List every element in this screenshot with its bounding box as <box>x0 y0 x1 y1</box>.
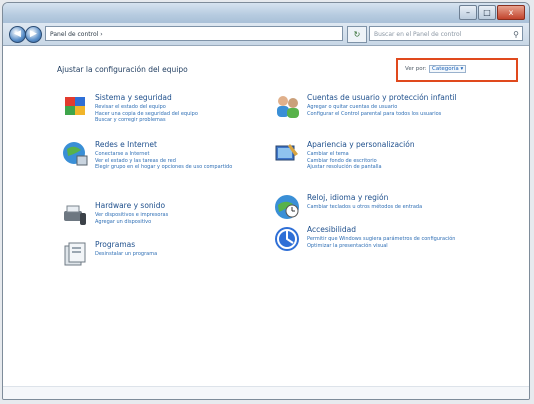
category-title[interactable]: Cuentas de usuario y protección infantil <box>307 93 457 102</box>
status-bar <box>3 386 529 399</box>
category-link[interactable]: Configurar el Control parental para todo… <box>307 111 457 118</box>
category-redes-internet: Redes e Internet Conectarse a Internet V… <box>61 140 235 171</box>
category-title[interactable]: Accesibilidad <box>307 225 457 234</box>
search-placeholder: Buscar en el Panel de control <box>374 31 462 38</box>
category-link[interactable]: Permitir que Windows sugiera parámetros … <box>307 236 457 243</box>
category-programas: Programas Desinstalar un programa <box>61 240 157 268</box>
view-by-dropdown[interactable]: Categoría ▾ <box>429 65 467 73</box>
category-sistema-seguridad: Sistema y seguridad Revisar el estado de… <box>61 93 198 124</box>
category-cuentas-usuario: Cuentas de usuario y protección infantil… <box>273 93 457 121</box>
back-arrow-icon[interactable]: ◀ <box>9 26 26 43</box>
title-bar[interactable]: – □ x <box>3 3 529 23</box>
category-title[interactable]: Hardware y sonido <box>95 201 168 210</box>
category-link[interactable]: Ajustar resolución de pantalla <box>307 164 415 171</box>
refresh-icon[interactable]: ↻ <box>347 26 367 43</box>
category-accesibilidad: Accesibilidad Permitir que Windows sugie… <box>273 225 457 253</box>
minimize-button[interactable]: – <box>459 5 477 20</box>
category-link[interactable]: Optimizar la presentación visual <box>307 243 457 250</box>
printer-speaker-icon[interactable] <box>61 201 89 229</box>
category-link[interactable]: Agregar un dispositivo <box>95 219 168 226</box>
control-panel-window: – □ x ◀ ▶ Panel de control › ↻ Buscar en… <box>2 2 530 400</box>
category-link[interactable]: Elegir grupo en el hogar y opciones de u… <box>95 164 235 171</box>
maximize-button[interactable]: □ <box>478 5 496 20</box>
window-controls: – □ x <box>459 5 525 20</box>
category-link[interactable]: Cambiar teclados u otros métodos de entr… <box>307 204 422 211</box>
address-bar[interactable]: Panel de control › <box>45 26 343 41</box>
category-title[interactable]: Programas <box>95 240 157 249</box>
clock-globe-icon[interactable] <box>273 193 301 221</box>
network-globe-icon[interactable] <box>61 140 89 168</box>
users-icon[interactable] <box>273 93 301 121</box>
accessibility-icon[interactable] <box>273 225 301 253</box>
category-link[interactable]: Buscar y corregir problemas <box>95 117 198 124</box>
category-title[interactable]: Sistema y seguridad <box>95 93 198 102</box>
breadcrumb[interactable]: Panel de control › <box>50 31 103 38</box>
page-title: Ajustar la configuración del equipo <box>57 65 188 74</box>
category-title[interactable]: Apariencia y personalización <box>307 140 415 149</box>
navigation-bar: ◀ ▶ Panel de control › ↻ Buscar en el Pa… <box>3 23 529 46</box>
shield-icon[interactable] <box>61 93 89 121</box>
forward-arrow-icon[interactable]: ▶ <box>25 26 42 43</box>
programs-icon[interactable] <box>61 240 89 268</box>
category-link[interactable]: Ver dispositivos e impresoras <box>95 212 168 219</box>
category-hardware-sonido: Hardware y sonido Ver dispositivos e imp… <box>61 201 168 229</box>
search-icon[interactable]: ⚲ <box>513 27 519 42</box>
category-title[interactable]: Redes e Internet <box>95 140 235 149</box>
view-by-label: Ver por: <box>405 66 427 72</box>
category-title[interactable]: Reloj, idioma y región <box>307 193 422 202</box>
search-input[interactable]: Buscar en el Panel de control ⚲ <box>369 26 523 41</box>
category-reloj-idioma: Reloj, idioma y región Cambiar teclados … <box>273 193 422 221</box>
appearance-icon[interactable] <box>273 140 301 168</box>
close-button[interactable]: x <box>497 5 525 20</box>
category-apariencia: Apariencia y personalización Cambiar el … <box>273 140 415 171</box>
category-link[interactable]: Desinstalar un programa <box>95 251 157 258</box>
